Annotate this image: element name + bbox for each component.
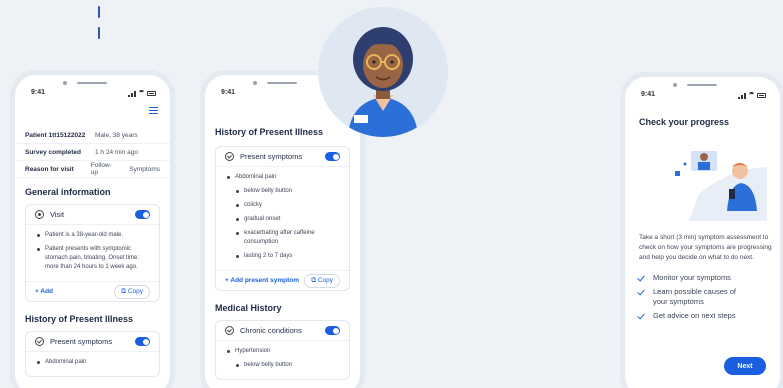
status-bar: 9:41: [29, 89, 156, 99]
add-label: Add present symptom: [230, 277, 299, 284]
copy-button[interactable]: ⧉ Copy: [304, 273, 340, 288]
battery-icon: [757, 93, 766, 98]
list-item: Abdominal pain: [35, 358, 150, 367]
list-item: gradual onset: [234, 215, 340, 224]
checklist-label: Monitor your symptoms: [653, 273, 731, 282]
add-label: Add: [40, 288, 54, 295]
list-item: exacerbating after caffeine consumption: [234, 229, 340, 247]
card-label: Present symptoms: [50, 337, 113, 346]
list-item: lasting 2 to 7 days: [234, 252, 340, 261]
checklist-item: Get advice on next steps: [637, 311, 749, 321]
doctor-avatar: [318, 7, 448, 137]
summary-key: Survey completed: [25, 148, 81, 156]
phone-left: 9:41 Patient 1tt15122022 Male, 38 years …: [10, 70, 175, 388]
decorative-line: [98, 6, 100, 18]
present-symptoms-card: Present symptoms Abdominal pain below be…: [215, 146, 350, 291]
summary-value: Symptoms: [129, 165, 160, 173]
copy-label: Copy: [127, 287, 143, 295]
list-item: Patient is a 38-year-old male.: [35, 231, 150, 240]
benefit-checklist: Monitor your symptoms Learn possible cau…: [637, 273, 749, 325]
card-label: Visit: [50, 210, 65, 219]
check-circle-icon: [35, 337, 44, 346]
list-item: Abdominal pain: [225, 173, 340, 182]
card-label: Present symptoms: [240, 152, 303, 161]
menu-icon[interactable]: [149, 107, 158, 115]
list-item: colicky: [234, 201, 340, 210]
card-list: Abdominal pain below belly button colick…: [216, 167, 349, 270]
section-title: History of Present Illness: [25, 314, 134, 324]
list-item: Hypertension: [225, 347, 340, 356]
section-title: Medical History: [215, 303, 282, 313]
present-symptoms-card: Present symptoms Abdominal pain: [25, 331, 160, 377]
wifi-icon: [138, 90, 145, 97]
summary-value: Male, 38 years: [95, 131, 138, 139]
present-symptoms-toggle[interactable]: [325, 152, 340, 161]
check-icon: [637, 273, 645, 282]
copy-button[interactable]: ⧉ Copy: [114, 284, 150, 299]
target-icon: [35, 210, 44, 219]
phone-notch: [62, 79, 123, 87]
status-time: 9:41: [641, 91, 656, 98]
add-button[interactable]: + Add: [35, 288, 53, 295]
visit-card: Visit Patient is a 38-year-old male. Pat…: [25, 204, 160, 302]
list-item: below belly button: [234, 361, 340, 370]
summary-row: Patient 1tt15122022 Male, 38 years: [15, 127, 170, 144]
card-header: Present symptoms: [26, 332, 159, 352]
card-header: Visit: [26, 205, 159, 225]
check-circle-icon: [225, 326, 234, 335]
list-item: Patient presents with symptomic stomach …: [35, 245, 150, 272]
wifi-icon: [748, 92, 755, 99]
checklist-label: Get advice on next steps: [653, 311, 736, 320]
phone-notch: [252, 79, 313, 87]
status-icons: [128, 90, 156, 97]
summary-key: Reason for visit: [25, 165, 74, 173]
summary-row: Survey completed 1 h 24 min ago: [15, 144, 170, 161]
status-time: 9:41: [221, 89, 236, 96]
card-label: Chronic conditions: [240, 326, 302, 335]
check-circle-icon: [225, 152, 234, 161]
chronic-conditions-card: Chronic conditions Hypertension below be…: [215, 320, 350, 380]
visit-toggle[interactable]: [135, 210, 150, 219]
check-icon: [637, 311, 645, 320]
status-time: 9:41: [31, 89, 46, 96]
copy-label: Copy: [317, 276, 333, 284]
present-symptoms-toggle[interactable]: [135, 337, 150, 346]
check-icon: [637, 287, 645, 296]
list-item: below belly button: [234, 187, 340, 196]
card-header: Chronic conditions: [216, 321, 349, 341]
status-icons: [738, 92, 766, 99]
status-bar: 9:41: [639, 91, 766, 101]
decorative-line: [98, 27, 100, 39]
card-list: Patient is a 38-year-old male. Patient p…: [26, 225, 159, 281]
section-title: History of Present Illness: [215, 127, 324, 137]
summary-key: Patient 1tt15122022: [25, 131, 86, 139]
card-list: Abdominal pain: [26, 352, 159, 376]
card-header: Present symptoms: [216, 147, 349, 167]
card-list: Hypertension below belly button: [216, 341, 349, 379]
summary-value: 1 h 24 min ago: [95, 148, 139, 156]
card-footer: + Add ⧉ Copy: [26, 281, 159, 301]
summary-value: Follow-up: [90, 162, 112, 176]
chronic-conditions-toggle[interactable]: [325, 326, 340, 335]
battery-icon: [147, 91, 156, 96]
next-button[interactable]: Next: [724, 357, 766, 375]
doctor-illustration: [348, 27, 418, 137]
card-footer: + Add present symptom ⧉ Copy: [216, 270, 349, 290]
checklist-item: Monitor your symptoms: [637, 273, 749, 283]
section-title: General information: [25, 187, 111, 197]
patient-illustration: [669, 139, 769, 221]
checklist-label: Learn possible causes of your symptoms: [653, 287, 736, 306]
phone-notch: [672, 81, 733, 89]
phone-right: 9:41 Check your progress Take a short (3…: [620, 72, 783, 388]
summary-row: Reason for visit Follow-up Symptoms: [15, 161, 170, 178]
page-title: Check your progress: [639, 117, 730, 127]
add-present-symptom-button[interactable]: + Add present symptom: [225, 277, 299, 284]
checklist-item: Learn possible causes of your symptoms: [637, 287, 749, 307]
assessment-description: Take a short (3 min) symptom assessment …: [639, 234, 772, 261]
